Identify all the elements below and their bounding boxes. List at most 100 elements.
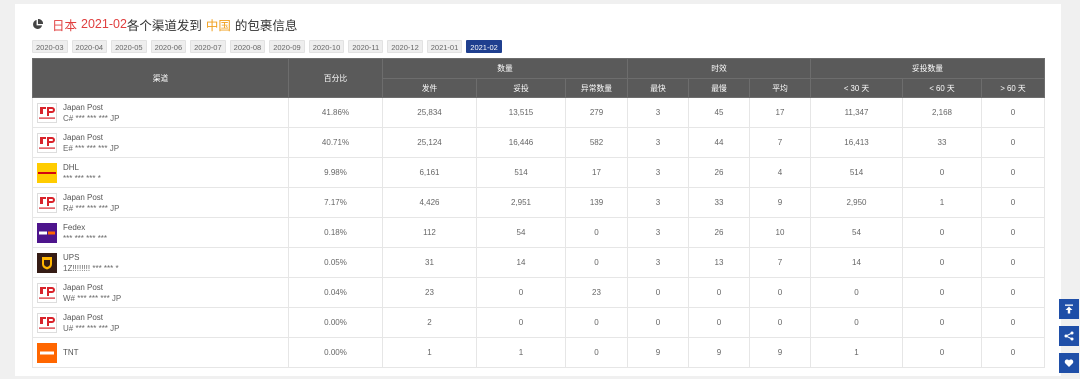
cell-delivered: 2,951 [476,187,566,218]
cell-slowest: 26 [688,217,750,248]
cell-percent: 9.98% [288,157,383,188]
header-group-qty: 数量 [382,58,628,79]
channel-name: DHL [63,162,80,172]
cell-gt60: 0 [980,217,1046,248]
cell-channel: DHL *** *** *** * [32,157,289,188]
cell-average: 10 [749,217,811,248]
cell-sent: 31 [382,247,477,278]
cell-sent: 25,124 [382,127,477,158]
cell-percent: 0.00% [288,337,383,368]
japan-post-logo-icon [39,196,55,209]
month-tab-2021-01[interactable]: 2021-01 [426,40,463,53]
month-tab-2020-10[interactable]: 2020-10 [308,40,345,53]
header-fastest: 最快 [627,78,689,98]
dhl-logo-icon [38,171,56,174]
cell-abnormal: 0 [565,307,628,338]
header-group-time: 时效 [627,58,811,79]
cell-channel: Japan Post U# *** *** *** JP [32,307,289,338]
cell-average: 0 [749,277,811,308]
cell-percent: 0.04% [288,277,383,308]
cell-sent: 6,161 [382,157,477,188]
cell-sent: 23 [382,277,477,308]
cell-slowest: 0 [688,307,750,338]
cell-gt60: 0 [980,247,1046,278]
carrier-logo [37,342,57,363]
channel-name: Japan Post [63,132,104,142]
cell-delivered: 0 [476,277,566,308]
cell-delivered: 16,446 [476,127,566,158]
cell-channel: Japan Post C# *** *** *** JP [32,97,289,128]
cell-slowest: 0 [688,277,750,308]
japan-post-logo-icon [39,316,55,329]
cell-lt60: 33 [902,127,982,158]
cell-lt60: 0 [902,157,982,188]
header-average: 平均 [749,78,811,98]
japan-post-logo-icon [39,286,55,299]
table-row: Japan Post W# *** *** *** JP 0.04% 23 0 23 0 0 0… [32,277,1046,308]
cell-fastest: 9 [627,337,689,368]
channel-name: Japan Post [63,102,104,112]
cell-sent: 1 [382,337,477,368]
cell-sent: 2 [382,307,477,338]
month-tab-2020-08[interactable]: 2020-08 [229,40,266,53]
cell-lt60: 0 [902,337,982,368]
cell-delivered: 1 [476,337,566,368]
back-to-top-button[interactable] [1059,299,1079,319]
header-group-delivered: 妥投数量 [809,58,1046,79]
table-row: Japan Post R# *** *** *** JP 7.17% 4,426 2,9… [32,187,1046,218]
month-selector: 2020-03 2020-04 2020-05 2020-06 2020-07 2020-… [32,40,502,53]
cell-lt60: 2,168 [902,97,982,128]
carrier-logo [37,252,57,273]
cell-average: 17 [749,97,811,128]
channel-code: E# *** *** *** JP [63,143,120,153]
cell-lt30: 2,950 [810,187,903,218]
pie-chart-icon [33,18,43,29]
cell-average: 9 [749,187,811,218]
cell-gt60: 0 [980,187,1046,218]
month-tab-2020-03[interactable]: 2020-03 [32,40,68,53]
cell-gt60: 0 [980,277,1046,308]
cell-channel: Japan Post E# *** *** *** JP [32,127,289,158]
channel-name: TNT [63,348,79,357]
heart-icon [1064,359,1074,367]
cell-channel: Japan Post R# *** *** *** JP [32,187,289,218]
month-tab-2020-11[interactable]: 2020-11 [348,40,384,53]
cell-average: 9 [749,337,811,368]
header-percent: 百分比 [288,58,383,98]
favorite-button[interactable] [1059,353,1079,373]
cell-lt30: 14 [810,247,903,278]
cell-abnormal: 17 [565,157,628,188]
month-tab-2020-12[interactable]: 2020-12 [387,40,423,53]
carrier-logo [37,102,57,123]
month-tab-2020-04[interactable]: 2020-04 [71,40,108,53]
cell-channel: Fedex *** *** *** *** [32,217,289,248]
cell-lt30: 1 [810,337,903,368]
header-lt30: < 30 天 [810,78,903,98]
cell-lt30: 514 [810,157,903,188]
title-period: 2021-02 [81,17,127,31]
header-delivered: 妥投 [476,78,566,98]
cell-gt60: 0 [980,307,1046,338]
share-button[interactable] [1059,326,1079,346]
channel-table: 渠道 百分比 数量 时效 妥投数量 发件 妥投 异常数量 最快 最慢 平均 < … [32,58,1046,368]
cell-percent: 0.18% [288,217,383,248]
cell-slowest: 9 [688,337,750,368]
cell-percent: 0.00% [288,307,383,338]
cell-slowest: 45 [688,97,750,128]
cell-lt30: 0 [810,307,903,338]
month-tab-2020-06[interactable]: 2020-06 [150,40,187,53]
cell-fastest: 0 [627,307,689,338]
month-tab-2021-02[interactable]: 2021-02 [466,40,502,53]
month-tab-2020-07[interactable]: 2020-07 [190,40,226,53]
cell-lt60: 0 [902,307,982,338]
carrier-logo [37,132,57,153]
report-card: 日本 2021-02 各个渠道发到 中国 的包裹信息 2020-03 2020-0… [15,4,1061,376]
month-tab-2020-05[interactable]: 2020-05 [111,40,147,53]
month-tab-2020-09[interactable]: 2020-09 [269,40,305,53]
header-slowest: 最慢 [688,78,750,98]
carrier-logo [37,192,57,213]
channel-name: UPS [63,252,80,262]
cell-abnormal: 0 [565,217,628,248]
title-text-mid: 各个渠道发到 [126,18,202,33]
cell-average: 4 [749,157,811,188]
